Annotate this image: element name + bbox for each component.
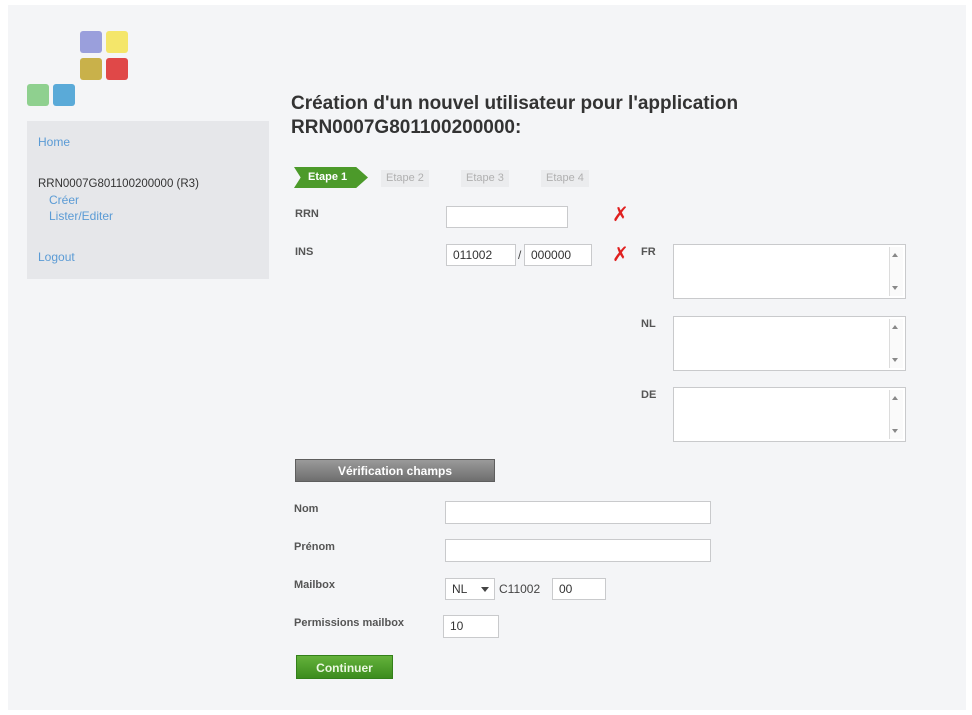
mailbox-suffix-input[interactable]: 00 xyxy=(552,578,606,600)
nl-scrollbar[interactable] xyxy=(889,319,903,368)
permissions-label: Permissions mailbox xyxy=(294,617,405,629)
scroll-down-icon[interactable] xyxy=(892,286,898,290)
nom-label: Nom xyxy=(294,503,319,515)
step-4-tab[interactable]: Etape 4 xyxy=(541,170,589,187)
prenom-label: Prénom xyxy=(294,541,335,553)
ins-label: INS xyxy=(295,246,314,258)
ins-input-1[interactable]: 011002 xyxy=(446,244,516,266)
rrn-input[interactable] xyxy=(446,206,568,228)
scroll-down-icon[interactable] xyxy=(892,429,898,433)
sidebar-app-name: RRN0007G801100200000 (R3) xyxy=(38,178,199,190)
de-textarea[interactable] xyxy=(673,387,906,442)
logo-square-red xyxy=(106,58,128,80)
scroll-up-icon[interactable] xyxy=(892,396,898,400)
mailbox-language-value: NL xyxy=(452,582,468,596)
de-scrollbar[interactable] xyxy=(889,390,903,439)
de-label: DE xyxy=(641,389,657,401)
ins-input-2[interactable]: 000000 xyxy=(524,244,592,266)
ins-error-icon: ✗ xyxy=(612,244,629,266)
nl-label: NL xyxy=(641,318,656,330)
nom-input[interactable] xyxy=(445,501,711,524)
sidebar-home-link[interactable]: Home xyxy=(38,135,70,149)
page-title: Création d'un nouvel utilisateur pour l'… xyxy=(291,93,739,138)
mailbox-prefix: C11002 xyxy=(499,582,541,596)
logo-square-yellow xyxy=(106,31,128,53)
mailbox-language-select[interactable]: NL xyxy=(445,578,495,600)
scroll-up-icon[interactable] xyxy=(892,325,898,329)
sidebar: Home RRN0007G801100200000 (R3) Créer Lis… xyxy=(27,121,269,279)
logo-square-violet xyxy=(80,31,102,53)
continue-button[interactable]: Continuer xyxy=(296,655,393,679)
prenom-input[interactable] xyxy=(445,539,711,562)
sidebar-create-link[interactable]: Créer xyxy=(49,193,79,207)
step-1-tab[interactable]: Etape 1 xyxy=(294,167,368,188)
mailbox-label: Mailbox xyxy=(294,579,335,591)
nl-textarea[interactable] xyxy=(673,316,906,371)
logo-square-green xyxy=(27,84,49,106)
scroll-up-icon[interactable] xyxy=(892,253,898,257)
sidebar-logout-link[interactable]: Logout xyxy=(38,250,75,264)
fr-scrollbar[interactable] xyxy=(889,247,903,296)
chevron-down-icon xyxy=(481,587,489,592)
scroll-down-icon[interactable] xyxy=(892,358,898,362)
logo-square-olive xyxy=(80,58,102,80)
verify-fields-button[interactable]: Vérification champs xyxy=(295,459,495,482)
sidebar-list-edit-link[interactable]: Lister/Editer xyxy=(49,209,113,223)
step-2-tab[interactable]: Etape 2 xyxy=(381,170,429,187)
ins-separator: / xyxy=(518,248,522,262)
rrn-label: RRN xyxy=(295,208,319,220)
logo-square-blue xyxy=(53,84,75,106)
permissions-input[interactable]: 10 xyxy=(443,615,499,638)
fr-textarea[interactable] xyxy=(673,244,906,299)
fr-label: FR xyxy=(641,246,656,258)
rrn-error-icon: ✗ xyxy=(612,204,629,226)
step-3-tab[interactable]: Etape 3 xyxy=(461,170,509,187)
